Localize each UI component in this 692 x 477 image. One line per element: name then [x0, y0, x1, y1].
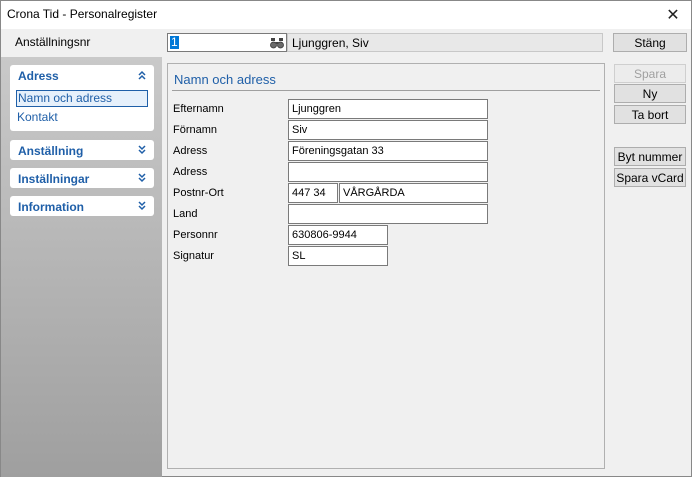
sidebar-group-header-adress[interactable]: Adress: [10, 65, 154, 85]
sidebar-group-header-installningar[interactable]: Inställningar: [10, 168, 154, 188]
employee-name-display: Ljunggren, Siv: [287, 33, 603, 52]
adress-field-1[interactable]: Föreningsgatan 33: [288, 141, 488, 161]
ort-field[interactable]: VÅRGÅRDA: [339, 183, 488, 203]
title-bar: Crona Tid - Personalregister ✕: [1, 1, 691, 29]
app-window: Crona Tid - Personalregister ✕ Anställni…: [0, 0, 692, 477]
label-fornamn: Förnamn: [173, 124, 218, 136]
employee-number-value: 1: [170, 35, 179, 49]
sidebar-group-adress: Adress Namn och adress Kontakt: [10, 65, 154, 131]
close-icon[interactable]: ✕: [655, 1, 691, 29]
save-vcard-button[interactable]: Spara vCard: [614, 168, 686, 187]
window-title: Crona Tid - Personalregister: [7, 7, 158, 21]
land-field[interactable]: [288, 204, 488, 224]
save-button[interactable]: Spara: [614, 64, 686, 83]
sidebar-group-title: Anställning: [18, 144, 84, 158]
adress-field-2[interactable]: [288, 162, 488, 182]
sidebar-group-title: Adress: [18, 69, 59, 83]
binoculars-icon[interactable]: [269, 35, 285, 50]
employee-number-label: Anställningsnr: [15, 35, 91, 49]
delete-button[interactable]: Ta bort: [614, 105, 686, 124]
new-button[interactable]: Ny: [614, 84, 686, 103]
label-adress-2: Adress: [173, 166, 208, 178]
label-personnr: Personnr: [173, 229, 218, 241]
label-signatur: Signatur: [173, 250, 214, 262]
double-chevron-down-icon[interactable]: [136, 200, 148, 212]
signatur-field[interactable]: SL: [288, 246, 388, 266]
sidebar-group-title: Information: [18, 200, 84, 214]
sidebar-item-namn-och-adress[interactable]: Namn och adress: [16, 90, 148, 107]
employee-name: Ljunggren, Siv: [292, 36, 369, 50]
double-chevron-down-icon[interactable]: [136, 172, 148, 184]
double-chevron-up-icon[interactable]: [136, 69, 148, 81]
section-title: Namn och adress: [174, 72, 276, 87]
fornamn-field[interactable]: Siv: [288, 120, 488, 140]
section-divider: [172, 90, 600, 91]
label-postnr-ort: Postnr-Ort: [173, 187, 224, 199]
sidebar-group-installningar[interactable]: Inställningar: [10, 168, 154, 188]
personnr-field[interactable]: 630806-9944: [288, 225, 388, 245]
postnr-field[interactable]: 447 34: [288, 183, 338, 203]
sidebar-group-information[interactable]: Information: [10, 196, 154, 216]
sidebar-group-title: Inställningar: [18, 172, 90, 186]
change-number-button[interactable]: Byt nummer: [614, 147, 686, 166]
label-adress-1: Adress: [173, 145, 208, 157]
sidebar-group-header-information[interactable]: Information: [10, 196, 154, 216]
efternamn-field[interactable]: Ljunggren: [288, 99, 488, 119]
sidebar-group-header-anstallning[interactable]: Anställning: [10, 140, 154, 160]
sidebar: Adress Namn och adress Kontakt Anställni…: [1, 57, 162, 477]
double-chevron-down-icon[interactable]: [136, 144, 148, 156]
sidebar-item-kontakt[interactable]: Kontakt: [16, 110, 148, 127]
close-button[interactable]: Stäng: [613, 33, 687, 52]
label-efternamn: Efternamn: [173, 103, 224, 115]
employee-number-input[interactable]: 1: [167, 33, 287, 52]
label-land: Land: [173, 208, 198, 220]
sidebar-group-anstallning[interactable]: Anställning: [10, 140, 154, 160]
